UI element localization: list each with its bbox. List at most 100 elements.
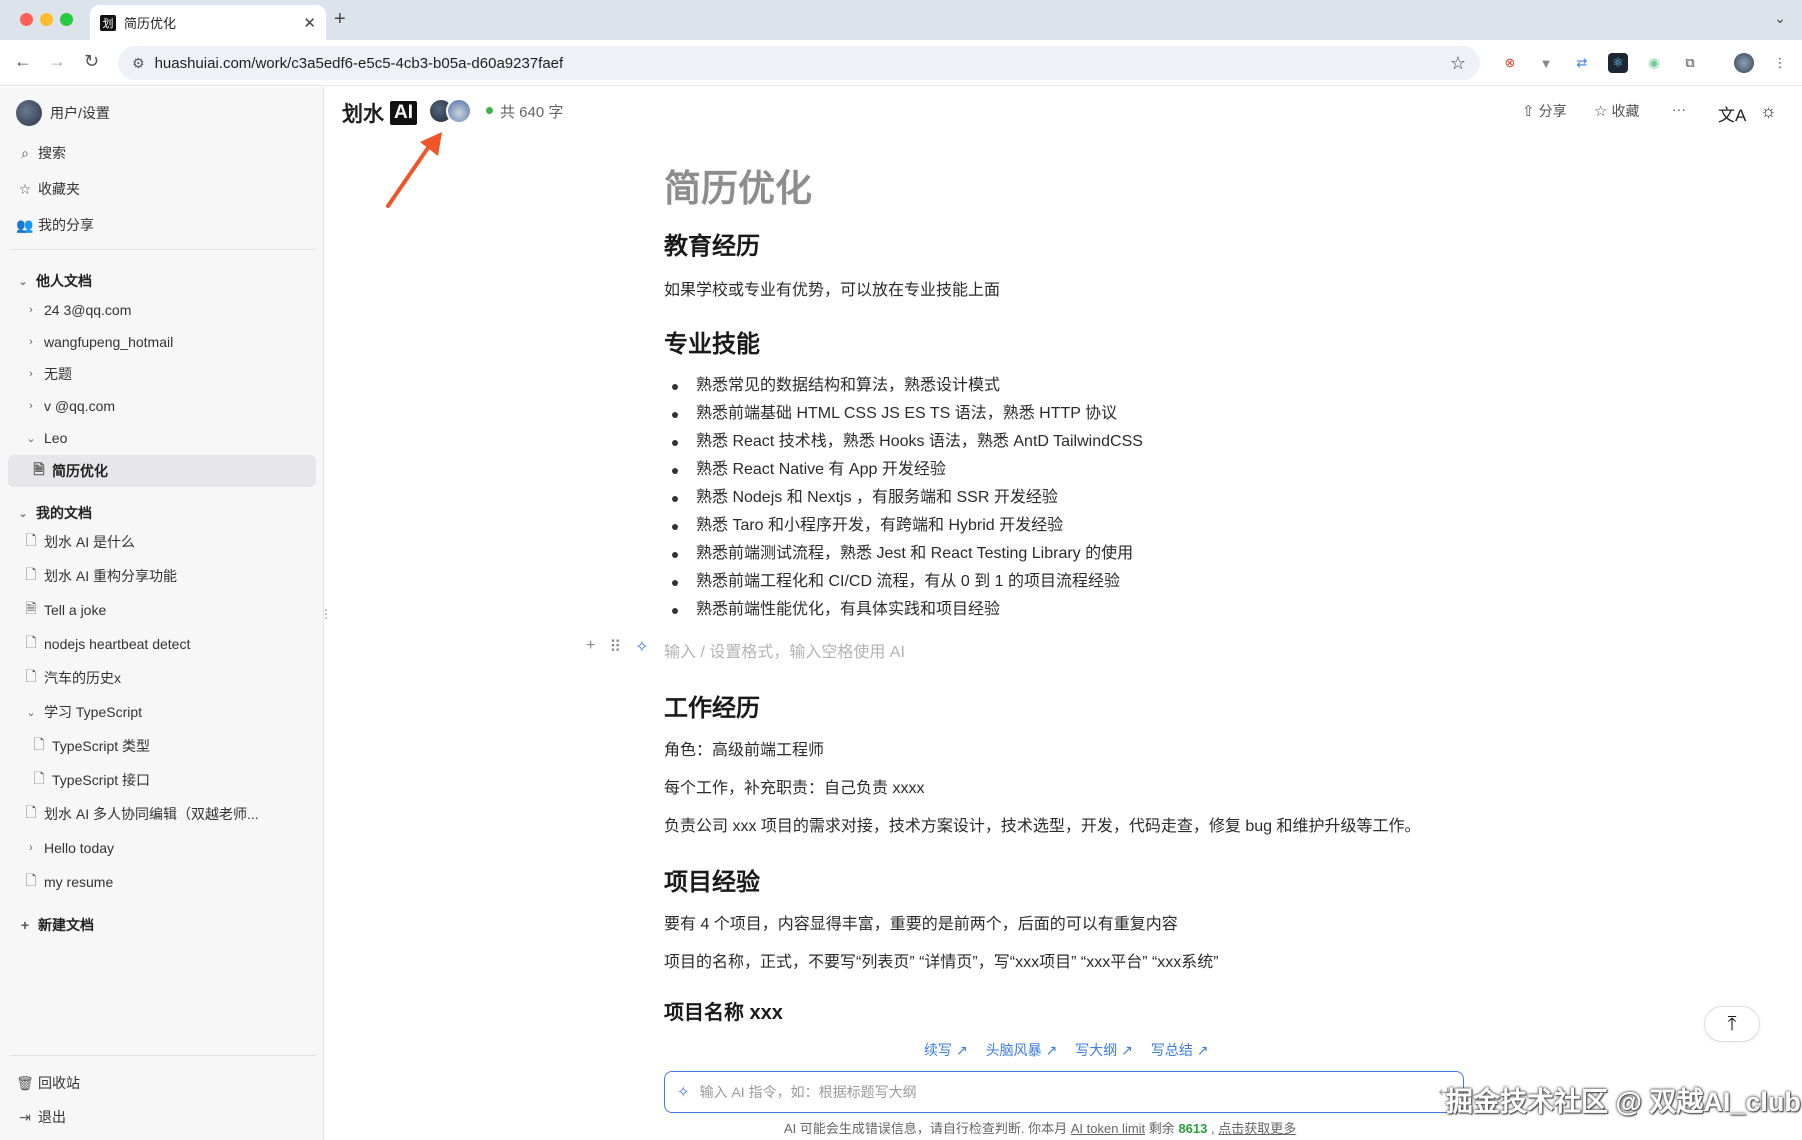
maximize-window-button[interactable] <box>60 13 73 26</box>
forward-arrow-icon[interactable]: → <box>48 51 66 72</box>
tab-close-icon[interactable]: ✕ <box>303 14 316 32</box>
section-others-docs[interactable]: ⌄ 他人文档 <box>16 270 92 292</box>
page-title[interactable]: 简历优化 <box>664 158 812 212</box>
minimize-window-button[interactable] <box>40 13 53 26</box>
bookmark-star-icon[interactable]: ☆ <box>1450 53 1466 74</box>
arrow-up-icon: ⤒ <box>1727 1012 1737 1035</box>
doc-item[interactable]: 🗋 划水 AI 是什么 <box>22 531 135 553</box>
doc-item[interactable]: 🗋 my resume <box>22 871 113 893</box>
ai-command-input[interactable]: ✧ 输入 AI 指令，如：根据标题写大纲 ↵ <box>664 1071 1464 1113</box>
paragraph[interactable]: 如果学校或专业有优势，可以放在专业技能上面 <box>664 276 1000 300</box>
ai-input-placeholder[interactable]: 输入 AI 指令，如：根据标题写大纲 <box>700 1082 1439 1102</box>
sidebar-item-favorites[interactable]: ☆ 收藏夹 <box>16 178 80 200</box>
tree-item-label: 简历优化 <box>52 463 108 479</box>
list-item[interactable]: 熟悉前端测试流程，熟悉 Jest 和 React Testing Library… <box>672 540 1143 568</box>
star-icon: ☆ <box>18 180 32 197</box>
section-heading[interactable]: 工作经历 <box>664 688 760 723</box>
extension-record-icon[interactable]: ⊗ <box>1500 53 1520 73</box>
tree-item-leo[interactable]: ⌄ Leo <box>24 427 67 449</box>
doc-item[interactable]: 🗎 Tell a joke <box>22 599 106 621</box>
word-count: 共 640 字 <box>500 104 564 121</box>
list-item[interactable]: 熟悉前端基础 HTML CSS JS ES TS 语法，熟悉 HTTP 协议 <box>672 400 1143 428</box>
site-info-icon[interactable]: ⚙ <box>132 55 145 72</box>
chevron-right-icon: › <box>29 304 33 316</box>
extension-circle-icon[interactable]: ◉ <box>1644 53 1664 73</box>
chevron-right-icon: › <box>29 400 33 412</box>
new-tab-button[interactable]: + <box>334 8 346 31</box>
ai-action-outline[interactable]: 写大纲 ↗ <box>1075 1040 1133 1060</box>
extension-translate-icon[interactable]: ⇄ <box>1572 53 1592 73</box>
url-text[interactable]: huashuiai.com/work/c3a5edf6-e5c5-4cb3-b0… <box>155 55 1450 72</box>
list-item[interactable]: 熟悉常见的数据结构和算法，熟悉设计模式 <box>672 372 1143 400</box>
ai-action-summary[interactable]: 写总结 ↗ <box>1151 1040 1209 1060</box>
folder-item-hello-today[interactable]: › Hello today <box>24 837 114 859</box>
add-block-icon[interactable]: + <box>586 637 595 657</box>
section-heading[interactable]: 专业技能 <box>664 324 760 359</box>
section-heading[interactable]: 教育经历 <box>664 226 760 261</box>
paragraph[interactable]: 负责公司 xxx 项目的需求对接，技术方案设计，技术选型，开发，代码走查，修复 … <box>664 812 1420 836</box>
paragraph[interactable]: 要有 4 个项目，内容显得丰富，重要的是前两个，后面的可以有重复内容 <box>664 910 1178 934</box>
sidebar-item-logout[interactable]: ⇥ 退出 <box>16 1106 66 1128</box>
profile-avatar[interactable] <box>1734 53 1754 73</box>
doc-item[interactable]: 🗋 划水 AI 多人协同编辑（双越老师... <box>22 803 258 825</box>
list-item[interactable]: 熟悉前端性能优化，有具体实践和项目经验 <box>672 596 1143 624</box>
list-item[interactable]: 熟悉 Taro 和小程序开发，有跨端和 Hybrid 开发经验 <box>672 512 1143 540</box>
translate-button[interactable]: 文A <box>1718 101 1746 126</box>
brand-logo[interactable]: 划水 AI <box>342 98 417 128</box>
doc-item[interactable]: 🗋 TypeScript 类型 <box>30 735 150 757</box>
token-limit-link[interactable]: AI token limit <box>1071 1121 1145 1136</box>
list-item[interactable]: 熟悉 Nodejs 和 Nextjs ，有服务端和 SSR 开发经验 <box>672 484 1143 512</box>
extension-vue-icon[interactable]: ▼ <box>1536 53 1556 73</box>
list-item[interactable]: 熟悉前端工程化和 CI/CD 流程，有从 0 到 1 的项目流程经验 <box>672 568 1143 596</box>
sidebar-item-search[interactable]: ⌕ 搜索 <box>16 142 66 164</box>
empty-line-placeholder[interactable]: 输入 / 设置格式，输入空格使用 AI <box>664 638 905 662</box>
close-window-button[interactable] <box>20 13 33 26</box>
sidebar-item-trash[interactable]: 🗑 回收站 <box>16 1072 80 1094</box>
list-item[interactable]: 熟悉 React 技术栈，熟悉 Hooks 语法，熟悉 AntD Tailwin… <box>672 428 1143 456</box>
doc-item[interactable]: 🗋 汽车的历史x <box>22 667 121 689</box>
browser-tab[interactable]: 划 简历优化 ✕ <box>90 5 326 40</box>
paragraph[interactable]: 角色：高级前端工程师 <box>664 736 824 760</box>
brand-text: 划水 <box>342 103 384 126</box>
subsection-heading[interactable]: 项目名称 xxx <box>664 996 783 1025</box>
doc-item[interactable]: 🗋 划水 AI 重构分享功能 <box>22 565 177 587</box>
tree-item-user-3[interactable]: › 无题 <box>24 363 72 385</box>
doc-item[interactable]: 🗋 nodejs heartbeat detect <box>22 633 190 655</box>
extensions-puzzle-icon[interactable]: ⧉ <box>1680 53 1700 73</box>
share-button[interactable]: ⇧ 分享 <box>1522 101 1567 121</box>
section-my-docs[interactable]: ⌄ 我的文档 <box>16 502 92 524</box>
tree-item-active-doc[interactable]: 🗎 简历优化 <box>30 460 108 482</box>
drag-handle-icon[interactable]: ⠿ <box>609 637 621 657</box>
doc-item[interactable]: 🗋 TypeScript 接口 <box>30 769 150 791</box>
address-bar[interactable]: ⚙ huashuiai.com/work/c3a5edf6-e5c5-4cb3-… <box>118 46 1480 80</box>
back-arrow-icon[interactable]: ← <box>14 51 32 72</box>
chevron-down-icon: ⌄ <box>26 432 36 445</box>
folder-item-typescript[interactable]: ⌄ 学习 TypeScript <box>24 701 142 723</box>
more-button[interactable]: ··· <box>1672 101 1686 117</box>
paragraph[interactable]: 每个工作，补充职责：自己负责 xxxx <box>664 774 924 798</box>
user-settings[interactable]: 用户/设置 <box>16 100 110 126</box>
ai-action-brainstorm[interactable]: 头脑风暴 ↗ <box>986 1040 1058 1060</box>
doc-item-label: 汽车的历史x <box>44 670 121 686</box>
ai-disclaimer: AI 可能会生成错误信息，请自行检查判断. 你本月 AI token limit… <box>784 1121 1297 1136</box>
tree-item-user-1[interactable]: › 24 3@qq.com <box>24 299 131 321</box>
ai-sparkle-icon[interactable]: ✧ <box>635 637 648 657</box>
collaborator-avatars[interactable] <box>428 98 472 124</box>
reload-icon[interactable]: ↻ <box>84 51 99 72</box>
favorite-button[interactable]: ☆ 收藏 <box>1594 101 1639 121</box>
new-doc-button[interactable]: + 新建文档 <box>16 914 94 936</box>
tab-search-chevron-icon[interactable]: ⌄ <box>1774 10 1786 27</box>
browser-menu-icon[interactable]: ⋮ <box>1770 53 1790 73</box>
sidebar-item-my-shares[interactable]: 👥 我的分享 <box>16 214 94 236</box>
ai-action-continue[interactable]: 续写 ↗ <box>924 1040 968 1060</box>
sidebar-resize-handle[interactable]: ⋮ <box>320 607 332 621</box>
tree-item-user-2[interactable]: › wangfupeng_hotmail <box>24 331 173 353</box>
theme-toggle[interactable]: ☼ <box>1760 101 1777 122</box>
extension-react-icon[interactable]: ⚛ <box>1608 53 1628 73</box>
paragraph[interactable]: 项目的名称，正式，不要写“列表页” “详情页”，写“xxx项目” “xxx平台”… <box>664 948 1219 972</box>
scroll-to-top-button[interactable]: ⤒ <box>1704 1006 1760 1042</box>
get-more-link[interactable]: 点击获取更多 <box>1218 1121 1296 1136</box>
tree-item-user-4[interactable]: › v @qq.com <box>24 395 115 417</box>
section-heading[interactable]: 项目经验 <box>664 862 760 897</box>
list-item[interactable]: 熟悉 React Native 有 App 开发经验 <box>672 456 1143 484</box>
